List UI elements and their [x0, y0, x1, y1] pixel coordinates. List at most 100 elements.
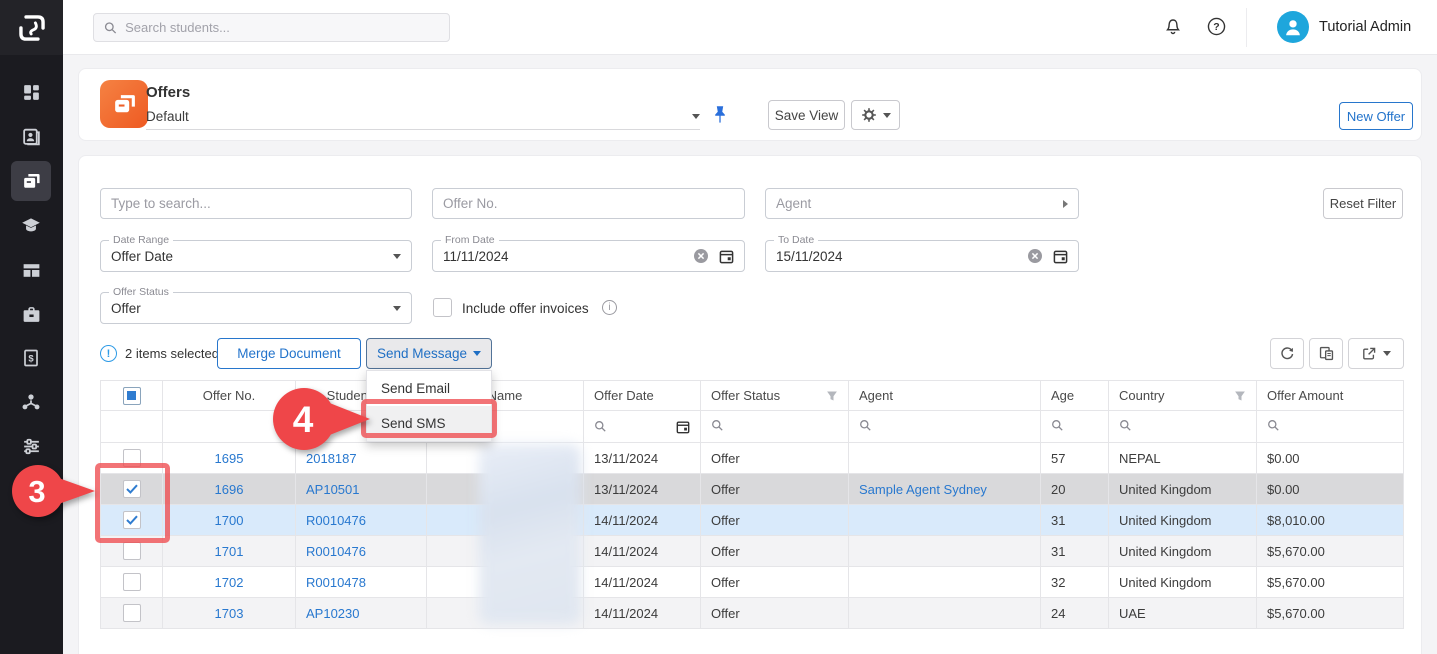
offer_no-link[interactable]: 1700	[215, 513, 244, 528]
cell-country: NEPAL	[1109, 443, 1257, 474]
agent-link[interactable]: Sample Agent Sydney	[859, 482, 987, 497]
view-selector[interactable]: Default	[146, 104, 700, 130]
sidebar-item-students[interactable]	[11, 116, 51, 156]
global-search[interactable]	[93, 13, 450, 42]
agent-filter-select[interactable]: Agent	[765, 188, 1079, 219]
filter-cell-agent[interactable]	[849, 411, 1041, 443]
offer_no-link[interactable]: 1701	[215, 544, 244, 559]
dashboard-icon	[21, 82, 42, 103]
calendar-icon[interactable]	[719, 249, 734, 264]
select-all-checkbox[interactable]	[123, 387, 141, 405]
cell-agent	[849, 505, 1041, 536]
filter-funnel-icon[interactable]	[826, 390, 838, 402]
cell-offer_no: 1702	[163, 567, 296, 598]
student_no-link[interactable]: 2018187	[306, 451, 357, 466]
send-message-button[interactable]: Send Message	[366, 338, 492, 369]
column-header-age[interactable]: Age	[1041, 381, 1109, 411]
view-selector-value: Default	[146, 109, 189, 124]
column-header-offer_no[interactable]: Offer No.	[163, 381, 296, 411]
row-checkbox[interactable]	[123, 449, 141, 467]
table-row: 1695201818713/11/2024Offer57NEPAL$0.00	[101, 443, 1404, 474]
help-button[interactable]: ?	[1206, 16, 1227, 42]
offer_no-link[interactable]: 1703	[215, 606, 244, 621]
reset-filter-button[interactable]: Reset Filter	[1323, 188, 1403, 219]
send-message-label: Send Message	[377, 346, 467, 361]
merge-document-button[interactable]: Merge Document	[217, 338, 361, 369]
chevron-down-icon	[393, 306, 401, 311]
search-icon	[859, 419, 872, 432]
from-date-label: From Date	[441, 234, 499, 246]
clear-icon[interactable]	[693, 248, 709, 264]
offer_no-link[interactable]: 1696	[215, 482, 244, 497]
avatar[interactable]	[1277, 11, 1309, 43]
from-date-field[interactable]: From Date 11/11/2024	[432, 240, 745, 272]
student_no-link[interactable]: R0010476	[306, 544, 366, 559]
offer-no-filter-input[interactable]	[432, 188, 745, 219]
row-select-cell	[101, 567, 163, 598]
filter-cell-offer_amount[interactable]	[1257, 411, 1404, 443]
sidebar-item-courses[interactable]	[11, 205, 51, 245]
save-view-button[interactable]: Save View	[768, 100, 845, 130]
cell-student_no: AP10230	[296, 598, 427, 629]
column-header-offer_status[interactable]: Offer Status	[701, 381, 849, 411]
date-range-select[interactable]: Date Range Offer Date	[100, 240, 412, 272]
student_no-link[interactable]: AP10501	[306, 482, 360, 497]
cell-offer_date: 13/11/2024	[584, 474, 701, 505]
cell-student_no: R0010476	[296, 536, 427, 567]
cell-student_no: 2018187	[296, 443, 427, 474]
filter-cell-offer_status[interactable]	[701, 411, 849, 443]
filter-funnel-icon[interactable]	[1234, 390, 1246, 402]
app-logo[interactable]	[0, 0, 63, 55]
sidebar-item-applications[interactable]	[11, 250, 51, 290]
row-checkbox[interactable]	[123, 480, 141, 498]
offer_no-link[interactable]: 1695	[215, 451, 244, 466]
user-name[interactable]: Tutorial Admin	[1319, 19, 1411, 35]
cell-offer_status: Offer	[701, 505, 849, 536]
notifications-button[interactable]	[1163, 16, 1183, 41]
filter-cell-offer_date[interactable]	[584, 411, 701, 443]
column-header-offer_amount[interactable]: Offer Amount	[1257, 381, 1404, 411]
include-offer-invoices-checkbox[interactable]	[433, 298, 452, 317]
sidebar-item-settings[interactable]	[11, 426, 51, 466]
student_no-link[interactable]: AP10230	[306, 606, 360, 621]
calendar-icon[interactable]	[676, 420, 690, 434]
sidebar-item-offers[interactable]	[11, 161, 51, 201]
date-range-value: Offer Date	[111, 249, 393, 264]
agent-filter-placeholder: Agent	[776, 196, 1063, 211]
row-checkbox[interactable]	[123, 604, 141, 622]
row-checkbox[interactable]	[123, 573, 141, 591]
sidebar-item-invoices[interactable]: $	[11, 338, 51, 378]
offer_no-link[interactable]: 1702	[215, 575, 244, 590]
clear-icon[interactable]	[1027, 248, 1043, 264]
filter-cell-age[interactable]	[1041, 411, 1109, 443]
pushpin-icon	[712, 104, 728, 126]
search-icon	[594, 420, 607, 433]
column-header-country[interactable]: Country	[1109, 381, 1257, 411]
row-checkbox[interactable]	[123, 542, 141, 560]
new-offer-button[interactable]: New Offer	[1339, 102, 1413, 130]
column-header-agent[interactable]: Agent	[849, 381, 1041, 411]
student_no-link[interactable]: R0010478	[306, 575, 366, 590]
student_no-link[interactable]: R0010476	[306, 513, 366, 528]
calendar-icon[interactable]	[1053, 249, 1068, 264]
pin-view-button[interactable]	[712, 104, 728, 131]
cell-age: 57	[1041, 443, 1109, 474]
grid-search-input[interactable]	[100, 188, 412, 219]
search-students-input[interactable]	[125, 20, 439, 35]
menu-item-send-sms[interactable]: Send SMS	[367, 406, 491, 441]
refresh-button[interactable]	[1270, 338, 1304, 369]
column-chooser-button[interactable]	[1309, 338, 1343, 369]
sidebar-item-dashboard[interactable]	[11, 72, 51, 112]
export-button[interactable]	[1348, 338, 1404, 369]
column-header-offer_date[interactable]: Offer Date	[584, 381, 701, 411]
cell-student_no: AP10501	[296, 474, 427, 505]
menu-item-send-email[interactable]: Send Email	[367, 371, 491, 406]
cell-offer_status: Offer	[701, 536, 849, 567]
sidebar-item-partners[interactable]	[11, 382, 51, 422]
sidebar-item-services[interactable]	[11, 294, 51, 334]
row-checkbox[interactable]	[123, 511, 141, 529]
offer-status-select[interactable]: Offer Status Offer	[100, 292, 412, 324]
view-settings-button[interactable]	[851, 100, 900, 130]
to-date-field[interactable]: To Date 15/11/2024	[765, 240, 1079, 272]
filter-cell-country[interactable]	[1109, 411, 1257, 443]
